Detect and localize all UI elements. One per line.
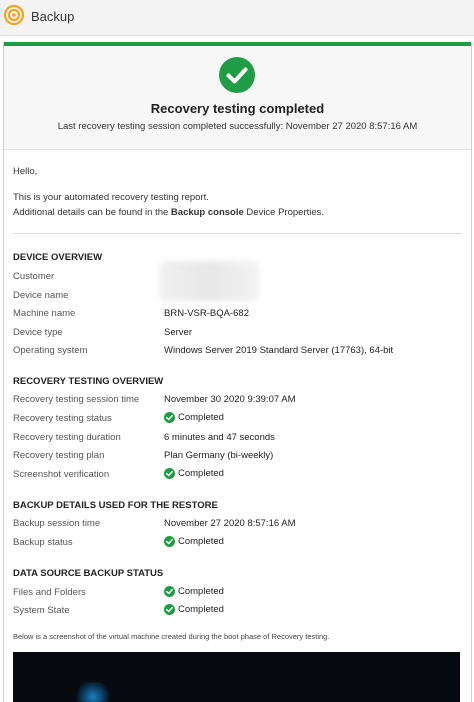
redacted-values xyxy=(159,261,259,301)
label-system-state: System State xyxy=(13,605,70,616)
section-title-device-overview: DEVICE OVERVIEW xyxy=(13,252,103,263)
intro-details-line: Additional details can be found in the B… xyxy=(13,207,324,218)
section-title-recovery-overview: RECOVERY TESTING OVERVIEW xyxy=(13,376,164,387)
value-testing-plan: Plan Germany (bi-weekly) xyxy=(164,450,274,461)
label-testing-plan: Recovery testing plan xyxy=(13,450,105,461)
label-screenshot-verification: Screenshot verification xyxy=(13,469,110,480)
intro-line: This is your automated recovery testing … xyxy=(13,192,209,203)
greeting: Hello, xyxy=(13,166,38,177)
check-circle-icon xyxy=(219,57,255,93)
label-backup-status: Backup status xyxy=(13,537,73,548)
value-operating-system: Windows Server 2019 Standard Server (177… xyxy=(164,345,394,356)
backup-logo-icon xyxy=(3,4,25,26)
status-text: Completed xyxy=(178,536,224,547)
screenshot-glow xyxy=(73,682,113,702)
divider xyxy=(13,233,462,234)
status-text: Completed xyxy=(178,412,224,423)
label-operating-system: Operating system xyxy=(13,345,88,356)
value-machine-name: BRN-VSR-BQA-682 xyxy=(164,308,249,319)
check-circle-icon xyxy=(164,586,175,597)
value-testing-status: Completed xyxy=(164,412,224,423)
check-circle-icon xyxy=(164,536,175,547)
value-files-and-folders: Completed xyxy=(164,586,224,597)
value-backup-status: Completed xyxy=(164,536,224,547)
label-testing-status: Recovery testing status xyxy=(13,413,112,424)
backup-console-link[interactable]: Backup console xyxy=(171,207,244,218)
intro-suffix: Device Properties. xyxy=(243,207,325,218)
label-device-type: Device type xyxy=(13,327,63,338)
section-title-backup-details: BACKUP DETAILS USED FOR THE RESTORE xyxy=(13,500,218,511)
value-session-time: November 30 2020 9:39:07 AM xyxy=(164,394,296,405)
status-text: Completed xyxy=(178,586,224,597)
check-circle-icon xyxy=(164,412,175,423)
status-text: Completed xyxy=(178,468,224,479)
app-title: Backup xyxy=(31,9,75,24)
value-device-type: Server xyxy=(164,327,192,338)
app-titlebar: Backup xyxy=(0,0,474,36)
report-email: Recovery testing completed Last recovery… xyxy=(3,42,472,702)
check-circle-icon xyxy=(164,468,175,479)
value-system-state: Completed xyxy=(164,604,224,615)
label-files-and-folders: Files and Folders xyxy=(13,587,86,598)
label-device-name: Device name xyxy=(13,290,69,301)
value-screenshot-verification: Completed xyxy=(164,468,224,479)
screenshot-note: Below is a screenshot of the virtual mac… xyxy=(13,632,330,641)
section-title-data-source: DATA SOURCE BACKUP STATUS xyxy=(13,568,164,579)
status-title: Recovery testing completed xyxy=(150,101,325,116)
label-machine-name: Machine name xyxy=(13,308,76,319)
value-backup-session-time: November 27 2020 8:57:16 AM xyxy=(164,518,296,529)
label-session-time: Recovery testing session time xyxy=(13,394,140,405)
status-text: Completed xyxy=(178,604,224,615)
label-testing-duration: Recovery testing duration xyxy=(13,432,121,443)
check-circle-icon xyxy=(164,604,175,615)
vm-boot-screenshot xyxy=(13,652,460,702)
label-customer: Customer xyxy=(13,271,55,282)
value-testing-duration: 6 minutes and 47 seconds xyxy=(164,432,275,443)
status-header: Recovery testing completed Last recovery… xyxy=(4,46,471,150)
label-backup-session-time: Backup session time xyxy=(13,518,101,529)
status-subtitle: Last recovery testing session completed … xyxy=(57,121,418,132)
intro-prefix: Additional details can be found in the xyxy=(13,207,171,218)
